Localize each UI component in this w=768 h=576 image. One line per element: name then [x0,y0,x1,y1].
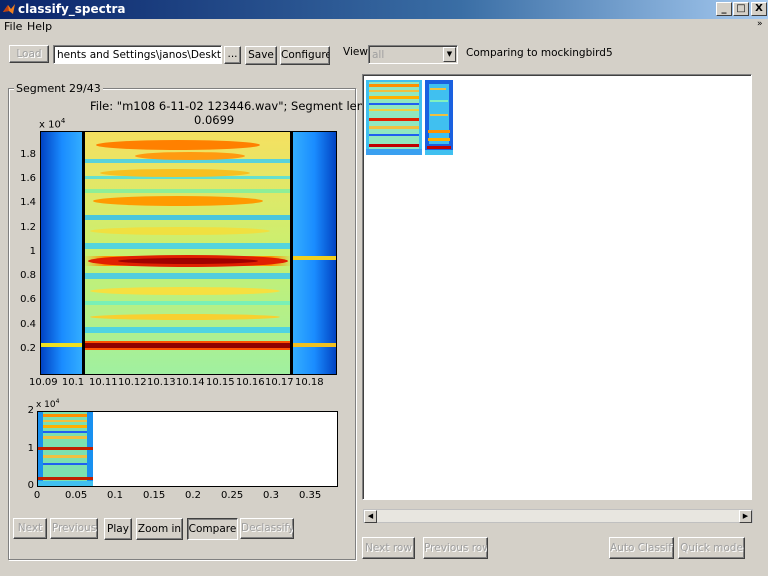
main-ytick-5: 1 [29,246,36,257]
title-bar: classify_spectra _ □ X [0,0,768,19]
save-button[interactable]: Save [245,46,277,65]
compare-button[interactable]: Compare [187,518,238,540]
configure-button[interactable]: Configure [280,46,330,65]
overview-xtick-7: 0.3 [263,490,279,501]
browse-button[interactable]: ... [224,46,241,64]
main-ytick-9: 0.2 [20,343,36,354]
view-select-value: all [372,49,385,61]
maximize-button[interactable]: □ [733,2,749,16]
overview-xtick-8: 0.35 [299,490,322,501]
segment-length-value: 0.0699 [194,113,235,127]
main-xtick-5: 10.13 [147,377,176,388]
play-button[interactable]: Play [104,518,132,540]
main-xtick-4: 10.12 [118,377,147,388]
overview-xtick-3: 0.1 [107,490,123,501]
menu-help[interactable]: Help [27,20,52,33]
main-xtick-8: 10.16 [236,377,265,388]
main-xtick-2: 10.1 [61,377,85,388]
main-ytick-3: 1.4 [20,197,36,208]
view-select[interactable]: all ▼ [368,45,458,64]
horizontal-scrollbar[interactable]: ◀ ▶ [363,509,753,523]
main-ytick-8: 0.4 [20,319,36,330]
main-ytick-1: 1.8 [20,149,36,160]
path-input[interactable]: hents and Settings\janos\Desktop\test [53,45,222,64]
menu-file[interactable]: File [4,20,22,33]
overview-spectrogram[interactable] [37,411,338,487]
main-xtick-1: 10.09 [29,377,58,388]
overview-exponent-label: x 104 [36,398,60,410]
previous-button[interactable]: Previous [50,518,98,539]
quick-mode-button[interactable]: Quick mode [678,537,745,559]
overview-ytick-1: 2 [27,405,34,416]
next-row-button[interactable]: Next row [362,537,415,559]
overview-ytick-2: 1 [27,443,34,454]
overview-xtick-2: 0.05 [65,490,88,501]
main-ytick-2: 1.6 [20,173,36,184]
overview-xtick-1: 0 [33,490,41,501]
chevron-down-icon[interactable]: ▼ [443,47,456,62]
next-button[interactable]: Next [13,518,47,539]
declassify-button[interactable]: Declassify [240,518,294,539]
main-xtick-9: 10.17 [265,377,294,388]
main-xtick-7: 10.15 [206,377,235,388]
comparison-thumbnail-2[interactable] [425,80,453,155]
comparison-thumbnail-1[interactable] [366,80,422,155]
menu-bar: File Help » [0,19,768,35]
main-xtick-3: 10.11 [89,377,118,388]
segment-group-label: Segment 29/43 [14,82,103,95]
minimize-button[interactable]: _ [716,2,732,16]
load-button[interactable]: Load [9,45,49,63]
overview-xtick-6: 0.25 [221,490,244,501]
main-xtick-10: 10.18 [295,377,324,388]
close-button[interactable]: X [751,2,767,16]
main-xtick-6: 10.14 [176,377,205,388]
window-title: classify_spectra [18,2,126,16]
previous-row-button[interactable]: Previous row [423,537,488,559]
comparing-text: Comparing to mockingbird5 [466,47,613,59]
zoom-in-button[interactable]: Zoom in [136,518,183,540]
main-spectrogram[interactable] [40,131,337,375]
view-label: View [343,46,368,58]
menu-overflow-icon[interactable]: » [757,19,763,29]
main-ytick-7: 0.6 [20,294,36,305]
main-exponent-label: x 104 [39,117,66,131]
matlab-icon [3,4,15,14]
file-info-text: File: "m108 6-11-02 123446.wav"; Segment… [90,99,384,113]
scroll-right-arrow-icon[interactable]: ▶ [739,510,752,523]
auto-classify-button[interactable]: Auto Classify [609,537,674,559]
main-ytick-4: 1.2 [20,222,36,233]
overview-xtick-5: 0.2 [185,490,201,501]
overview-xtick-4: 0.15 [143,490,166,501]
scroll-left-arrow-icon[interactable]: ◀ [364,510,377,523]
main-ytick-6: 0.8 [20,270,36,281]
